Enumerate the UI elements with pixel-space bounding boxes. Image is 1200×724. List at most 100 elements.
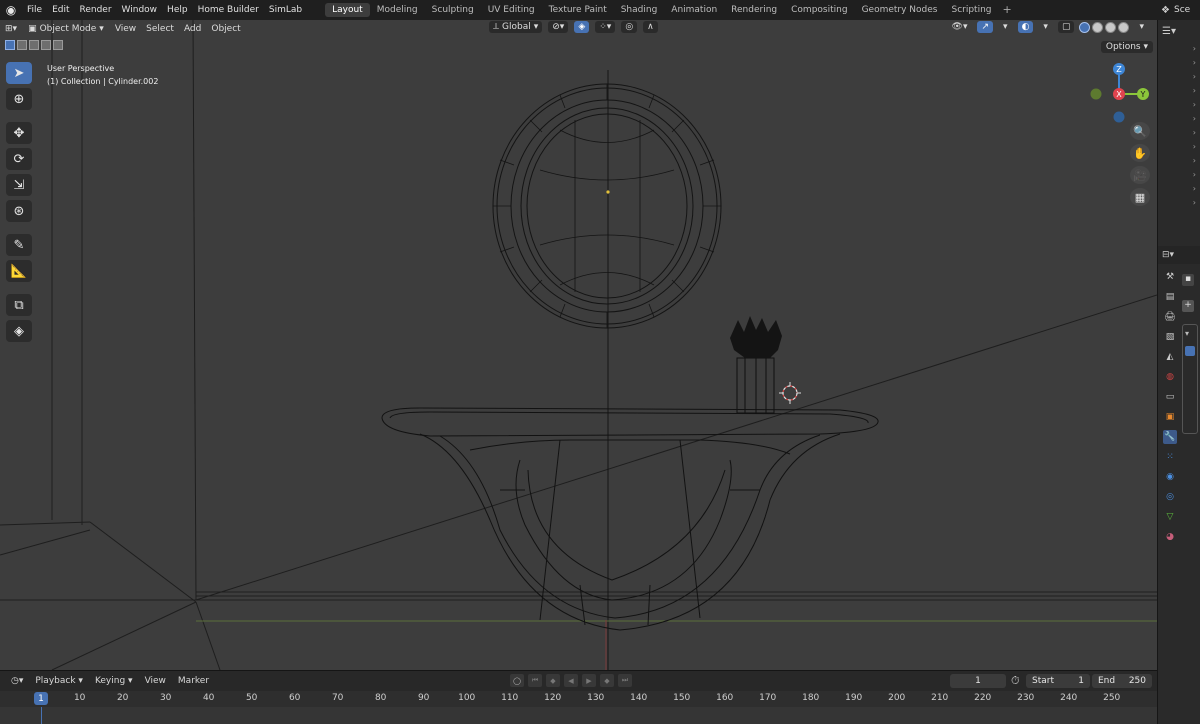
modifier-tab-icon[interactable]: 🔧 xyxy=(1163,430,1177,444)
tab-uv-editing[interactable]: UV Editing xyxy=(481,3,542,17)
gizmo-toggle[interactable]: ↗ xyxy=(977,21,994,33)
tab-modeling[interactable]: Modeling xyxy=(370,3,425,17)
playhead[interactable] xyxy=(41,707,42,724)
render-tab-icon[interactable]: ▤ xyxy=(1163,290,1177,304)
physics-tab-icon[interactable]: ◉ xyxy=(1163,470,1177,484)
add-modifier-icon[interactable]: ▪ xyxy=(1182,274,1194,286)
outliner-expand-icon[interactable]: › xyxy=(1193,156,1196,167)
outliner-expand-icon[interactable]: › xyxy=(1193,198,1196,209)
timeline-editor-icon[interactable]: ◷▾ xyxy=(6,676,28,686)
timeline-track[interactable] xyxy=(0,707,1157,724)
constraints-tab-icon[interactable]: ◎ xyxy=(1163,490,1177,504)
next-key-icon[interactable]: ◆ xyxy=(600,674,614,687)
menu-timeline-view[interactable]: View xyxy=(140,676,171,686)
tool-tab-icon[interactable]: ⚒ xyxy=(1163,270,1177,284)
menu-select[interactable]: Select xyxy=(141,24,179,34)
tab-layout[interactable]: Layout xyxy=(325,3,370,17)
menu-render[interactable]: Render xyxy=(75,5,117,15)
options-dropdown[interactable]: Options ▾ xyxy=(1100,41,1153,53)
annotate-tool[interactable]: ✎ xyxy=(6,234,32,256)
neg-y-axis-icon[interactable] xyxy=(1090,88,1102,100)
select-box-tool[interactable]: ➤ xyxy=(6,62,32,84)
neg-z-axis-icon[interactable] xyxy=(1113,111,1125,123)
tab-compositing[interactable]: Compositing xyxy=(784,3,854,17)
menu-edit[interactable]: Edit xyxy=(47,5,74,15)
perspective-toggle-button[interactable]: ▦ xyxy=(1130,188,1150,206)
xray-toggle[interactable]: ▢ xyxy=(1057,21,1075,33)
select-new-icon[interactable] xyxy=(5,40,15,50)
move-tool[interactable]: ✥ xyxy=(6,122,32,144)
menu-playback[interactable]: Playback ▾ xyxy=(30,676,88,686)
collection-tab-icon[interactable]: ▭ xyxy=(1163,390,1177,404)
editor-type-icon[interactable]: ⊞▾ xyxy=(0,24,22,34)
menu-keying[interactable]: Keying ▾ xyxy=(90,676,138,686)
data-tab-icon[interactable]: ▽ xyxy=(1163,510,1177,524)
material-tab-icon[interactable]: ◕ xyxy=(1163,530,1177,544)
add-workspace-icon[interactable]: + xyxy=(999,3,1016,17)
solid-shading-icon[interactable] xyxy=(1092,21,1104,33)
view-layer-tab-icon[interactable]: ▧ xyxy=(1163,330,1177,344)
scale-tool[interactable]: ⇲ xyxy=(6,174,32,196)
start-frame-field[interactable]: Start 1 xyxy=(1026,674,1090,688)
menu-marker[interactable]: Marker xyxy=(173,676,214,686)
scene-tab-icon[interactable]: ◭ xyxy=(1163,350,1177,364)
jump-end-icon[interactable]: ⏭ xyxy=(618,674,632,687)
cursor-tool[interactable]: ⊕ xyxy=(6,88,32,110)
outliner-expand-icon[interactable]: › xyxy=(1193,184,1196,195)
material-shading-icon[interactable] xyxy=(1105,21,1117,33)
outliner-expand-icon[interactable]: › xyxy=(1193,86,1196,97)
tab-texture-paint[interactable]: Texture Paint xyxy=(542,3,614,17)
tab-animation[interactable]: Animation xyxy=(664,3,724,17)
mode-dropdown[interactable]: ▣ Object Mode ▾ xyxy=(22,24,110,34)
properties-editor-icon[interactable]: ⊟▾ xyxy=(1162,250,1174,260)
outliner-expand-icon[interactable]: › xyxy=(1193,72,1196,83)
chevron-down-icon[interactable]: ▾ xyxy=(1185,329,1195,338)
current-frame-field[interactable]: 1 xyxy=(950,674,1006,688)
outliner-expand-icon[interactable]: › xyxy=(1193,58,1196,69)
snap-target-dropdown[interactable]: ⁘▾ xyxy=(595,21,616,33)
visibility-dropdown[interactable]: 👁▾ xyxy=(947,22,973,32)
outliner-expand-icon[interactable]: › xyxy=(1193,170,1196,181)
outliner-expand-icon[interactable]: › xyxy=(1193,44,1196,55)
particles-tab-icon[interactable]: ⁙ xyxy=(1163,450,1177,464)
outliner-expand-icon[interactable]: › xyxy=(1193,100,1196,111)
select-intersect-icon[interactable] xyxy=(53,40,63,50)
camera-view-button[interactable]: 🎥 xyxy=(1130,166,1150,184)
modifier-toggle-icon[interactable] xyxy=(1185,346,1195,356)
end-frame-field[interactable]: End 250 xyxy=(1092,674,1152,688)
outliner-expand-icon[interactable]: › xyxy=(1193,114,1196,125)
object-tab-icon[interactable]: ▣ xyxy=(1163,410,1177,424)
jump-start-icon[interactable]: ⏮ xyxy=(528,674,542,687)
record-icon[interactable]: ◯ xyxy=(510,674,524,687)
world-tab-icon[interactable]: ◍ xyxy=(1163,370,1177,384)
extra-tool[interactable]: ◈ xyxy=(6,320,32,342)
falloff-dropdown[interactable]: ∧ xyxy=(643,21,658,33)
menu-add[interactable]: Add xyxy=(179,24,206,34)
tab-shading[interactable]: Shading xyxy=(614,3,665,17)
select-extend-icon[interactable] xyxy=(17,40,27,50)
tab-sculpting[interactable]: Sculpting xyxy=(425,3,481,17)
rendered-shading-icon[interactable] xyxy=(1118,21,1130,33)
orientation-dropdown[interactable]: ⟂ Global ▾ xyxy=(489,21,543,33)
select-subtract-icon[interactable] xyxy=(29,40,39,50)
select-invert-icon[interactable] xyxy=(41,40,51,50)
menu-help[interactable]: Help xyxy=(162,5,193,15)
tab-scripting[interactable]: Scripting xyxy=(944,3,998,17)
menu-window[interactable]: Window xyxy=(117,5,163,15)
menu-home-builder[interactable]: Home Builder xyxy=(193,5,264,15)
rotate-tool[interactable]: ⟳ xyxy=(6,148,32,170)
play-reverse-icon[interactable]: ◀ xyxy=(564,674,578,687)
frame-ruler[interactable]: 1 10 20 30 40 50 60 70 80 90 100 110 120 130 140 150 16… xyxy=(0,691,1157,707)
add-cube-tool[interactable]: ⧉ xyxy=(6,294,32,316)
snap-toggle[interactable]: ◈ xyxy=(574,21,590,33)
stopwatch-icon[interactable]: ⏱ xyxy=(1011,674,1020,688)
zoom-button[interactable]: 🔍 xyxy=(1130,122,1150,140)
shading-dropdown[interactable]: ▾ xyxy=(1134,22,1149,32)
menu-view[interactable]: View xyxy=(110,24,141,34)
tab-geometry-nodes[interactable]: Geometry Nodes xyxy=(855,3,945,17)
menu-simlab[interactable]: SimLab xyxy=(264,5,307,15)
tab-rendering[interactable]: Rendering xyxy=(724,3,784,17)
blender-logo-icon[interactable]: ◉ xyxy=(0,3,22,17)
measure-tool[interactable]: 📐 xyxy=(6,260,32,282)
outliner-expand-icon[interactable]: › xyxy=(1193,128,1196,139)
